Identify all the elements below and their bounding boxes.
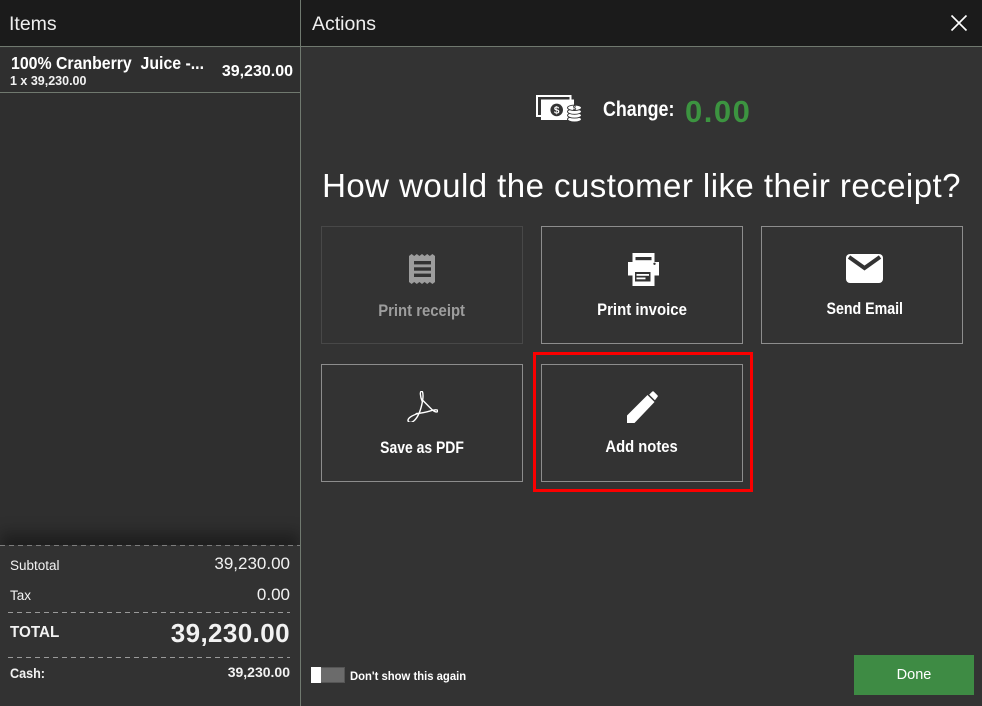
svg-text:$: $ [553, 106, 559, 117]
